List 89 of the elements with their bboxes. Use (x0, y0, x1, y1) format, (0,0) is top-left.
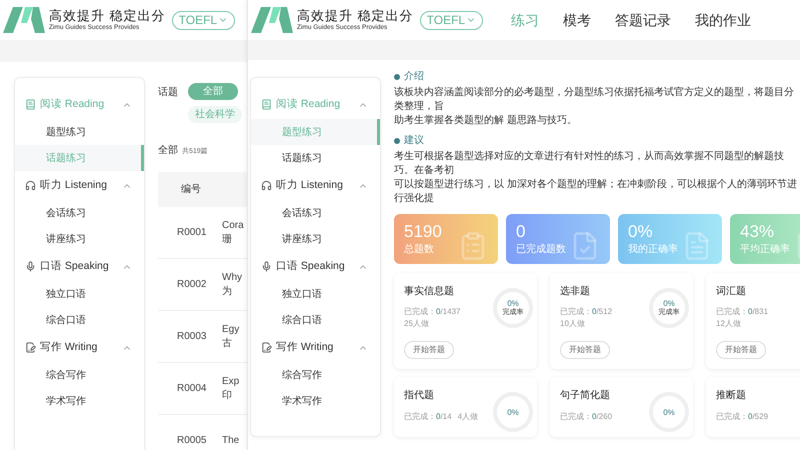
table-cell-text: 珊 (222, 232, 233, 246)
table-cell: Why (222, 270, 242, 284)
sidebar-item[interactable]: 讲座练习 (251, 226, 380, 252)
table-cell-text: R0002 (176, 278, 208, 292)
document-pen-icon (261, 342, 272, 353)
sidebar-item[interactable]: 独立口语 (251, 281, 380, 307)
card-title: 句子简化题 (560, 389, 611, 403)
start-button[interactable]: 开始答题 (716, 341, 766, 359)
table-cell-text: R0005 (176, 434, 208, 448)
card-title: 选非题 (560, 284, 591, 299)
stat-value: 5190 (404, 221, 442, 243)
sidebar-item[interactable]: 题型练习 (15, 119, 144, 145)
paragraph-line: 助考生掌握各类题型的解 题思路与技巧。 (394, 114, 578, 128)
book-icon (25, 99, 36, 110)
sidebar-item[interactable]: 综合写作 (251, 362, 380, 388)
card-title: 词汇题 (716, 285, 747, 299)
logo-icon (251, 7, 293, 33)
brand-title: 高效提升 稳定出分 (49, 8, 166, 23)
people-count: 12人做 (716, 318, 742, 330)
completed-count: 已完成：0/14 (404, 411, 452, 423)
people-count: 25人做 (404, 318, 430, 330)
table-cell-text: R0001 (176, 226, 208, 240)
microphone-icon (25, 261, 36, 272)
people-count: 4人做 (458, 411, 478, 423)
sidebar-item[interactable]: 学术写作 (15, 388, 144, 414)
sidebar-item[interactable]: 独立口语 (15, 281, 144, 307)
paragraph-line: 考生可根据各题型选择对应的文章进行有针对性的练习，从而高效掌握不同题型的解题技巧。在备考初 (394, 150, 785, 178)
sidebar-item[interactable]: 综合写作 (15, 362, 144, 388)
stat-label: 总题数 (404, 243, 435, 257)
sidebar-item[interactable]: 会话练习 (251, 200, 380, 226)
start-button[interactable]: 开始答题 (404, 341, 454, 359)
section-title: 介绍 (404, 70, 424, 84)
rate-value: 0% (663, 299, 675, 308)
completed-count: 已完成：0/1437 (404, 306, 460, 318)
card-title: 推断题 (716, 388, 747, 403)
filter-label: 话题 (158, 86, 179, 100)
book-icon (261, 99, 272, 110)
table-cell-text: 为 (222, 284, 233, 298)
table-cell-text: 古 (222, 336, 233, 350)
rate-value: 0% (663, 408, 675, 416)
rate-value: 0% (507, 408, 519, 416)
section-title: 建议 (404, 134, 424, 148)
stat-label: 已完成题数 (516, 243, 566, 257)
headphones-icon (25, 180, 36, 191)
sidebar-group[interactable]: 口语 Speaking (276, 258, 354, 274)
sidebar-item[interactable]: 综合口语 (251, 307, 380, 333)
table-cell: Cora (222, 218, 244, 232)
brand-title: 高效提升 稳定出分 (297, 8, 414, 23)
completed-count: 已完成：0/831 (716, 306, 768, 318)
stat-value: 43% (740, 221, 776, 243)
stat-label: 我的正确率 (628, 243, 678, 257)
microphone-icon (261, 261, 272, 272)
sidebar-item[interactable]: 会话练习 (15, 200, 144, 226)
sidebar-group[interactable]: 口语 Speaking (40, 258, 118, 274)
stat-label: 平均正确率 (740, 243, 790, 257)
completed-count: 已完成：0/260 (560, 411, 612, 423)
table-cell-text: R0003 (176, 330, 208, 344)
card-title: 指代题 (404, 388, 435, 403)
table-cell: Egy (222, 322, 240, 336)
people-count: 10人做 (560, 318, 586, 330)
summary-label: 全部 (158, 144, 178, 158)
document-pen-icon (25, 342, 36, 353)
paragraph-line: 该板块内容涵盖阅读部分的必考题型，分题型练习依据托福考试官方定义的题型，将题目分类整理，旨 (394, 86, 795, 114)
sidebar-item[interactable]: 讲座练习 (15, 226, 144, 252)
paragraph-line: 可以按题型进行练习，以 加深对各个题型的理解；在冲刺阶段，可以根据个人的薄弱环节进行强化提 (394, 178, 798, 206)
table-cell-text: 印 (222, 388, 233, 402)
table-cell: Exp (222, 374, 240, 388)
headphones-icon (261, 180, 272, 191)
completed-count: 已完成：0/529 (716, 411, 768, 423)
sidebar-item[interactable]: 话题练习 (251, 145, 380, 171)
nav-tab[interactable]: 模考 (563, 10, 592, 30)
sidebar-item[interactable]: 综合口语 (15, 307, 144, 333)
sidebar-group[interactable]: 写作 Writing (40, 340, 118, 356)
rate-value: 0% (507, 299, 519, 308)
table-cell-text: R0004 (176, 382, 208, 396)
start-button[interactable]: 开始答题 (560, 341, 610, 359)
stat-value: 0% (628, 221, 654, 243)
sidebar-group[interactable]: 听力 Listening (276, 178, 354, 194)
sidebar-item[interactable]: 学术写作 (251, 388, 380, 414)
nav-tab[interactable]: 我的作业 (695, 10, 752, 30)
column-header: 编号 (181, 182, 201, 197)
table-cell: The (222, 434, 240, 448)
nav-tab[interactable]: 答题记录 (615, 10, 672, 30)
sidebar-group[interactable]: 听力 Listening (40, 178, 118, 194)
completed-count: 已完成：0/512 (560, 306, 612, 318)
sidebar-group[interactable]: 写作 Writing (276, 340, 354, 356)
card-title: 事实信息题 (404, 284, 455, 299)
stat-value: 0 (516, 221, 526, 243)
logo-icon (3, 7, 45, 33)
